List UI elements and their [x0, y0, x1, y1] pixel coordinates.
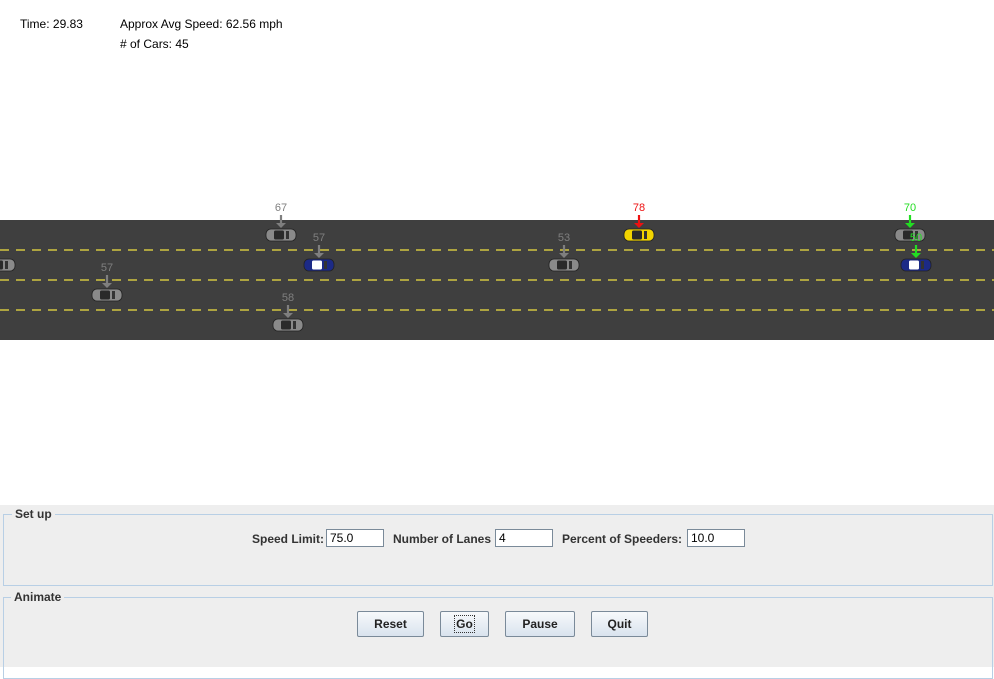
setup-panel: Set up Speed Limit: Number of Lanes Perc… [0, 505, 994, 588]
car-speed-label: 70 [904, 202, 916, 214]
car [0, 258, 16, 272]
car-speed-label: 58 [282, 292, 294, 304]
car-speed-label: 53 [558, 232, 570, 244]
car-window [274, 230, 284, 240]
car-speed-label: 50 [910, 232, 922, 244]
car-windshield [5, 261, 8, 269]
setup-title: Set up [12, 507, 55, 521]
car-window [100, 290, 110, 300]
speed-limit-label: Speed Limit: [252, 532, 325, 546]
time-readout: Time: 29.83 [20, 17, 83, 31]
car-count-readout: # of Cars: 45 [120, 37, 189, 51]
pause-button-label: Pause [522, 617, 558, 631]
car-speed-label: 57 [101, 262, 113, 274]
animate-title: Animate [11, 590, 65, 604]
car-windshield [112, 291, 115, 299]
car-speed-label: 78 [633, 202, 645, 214]
avg-speed-readout: Approx Avg Speed: 62.56 mph [120, 17, 283, 31]
car-window [312, 260, 322, 270]
pause-button[interactable]: Pause [505, 611, 575, 637]
quit-button-label: Quit [607, 617, 632, 631]
lanes-label: Number of Lanes [393, 532, 492, 546]
car-windshield [293, 321, 296, 329]
speeders-label: Percent of Speeders: [562, 532, 683, 546]
car-windshield [286, 231, 289, 239]
animate-panel: Animate Reset Go Pause Quit [0, 588, 994, 679]
reset-button-label: Reset [374, 617, 407, 631]
car-speed-label: 67 [275, 202, 287, 214]
lanes-input[interactable] [495, 529, 553, 547]
reset-button[interactable]: Reset [357, 611, 424, 637]
car-window [909, 260, 919, 270]
car-window [632, 230, 642, 240]
speeders-input[interactable] [687, 529, 745, 547]
quit-button[interactable]: Quit [591, 611, 648, 637]
car-window [557, 260, 567, 270]
car-windshield [324, 261, 327, 269]
speed-limit-input[interactable] [326, 529, 384, 547]
car-window [281, 320, 291, 330]
car-speed-label: 57 [313, 232, 325, 244]
setup-group-box [3, 514, 993, 586]
road-simulation: 67 78 70 57 53 50 57 58 [0, 202, 994, 340]
car-window [0, 260, 3, 270]
car-windshield [569, 261, 572, 269]
car-windshield [644, 231, 647, 239]
go-button-label: Go [454, 615, 475, 633]
car-windshield [921, 261, 924, 269]
go-button[interactable]: Go [440, 611, 489, 637]
